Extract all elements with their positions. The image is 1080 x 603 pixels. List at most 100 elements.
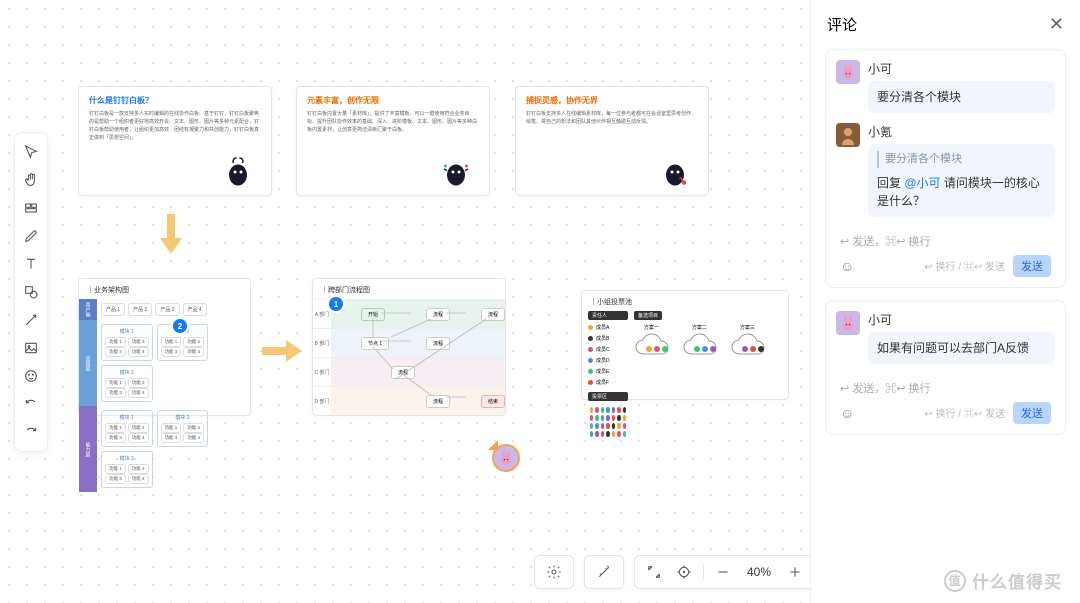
emoji-button[interactable]: ☺ <box>840 405 854 421</box>
biz-arch-card[interactable]: ｜业务架构图 用户端产品 1产品 2产品 3产品 4应用层模块 1功能 1功能 … <box>78 278 251 416</box>
zoom-out-button[interactable] <box>712 561 734 583</box>
module: 模块 3功能 1功能 2功能 3功能 4 <box>101 365 153 402</box>
lane-label: 应用层 <box>79 320 97 406</box>
reply-placeholder[interactable]: ↩ 发送，⌘↩ 换行 <box>836 374 1055 398</box>
legend-item: 成员C <box>582 344 634 355</box>
legend-item: 成员E <box>582 366 634 377</box>
watermark: 值 什么值得买 <box>944 568 1062 593</box>
arrow-right-icon <box>262 340 302 362</box>
biz-lane: 能力层模块 1功能 1功能 2功能 3功能 4模块 2功能 1功能 2功能 3功… <box>79 406 250 492</box>
slide-body: 钉钉白板是一款支持多人实时编辑的在线协作白板。基于钉钉，钉钉白板聚焦的是帮助一个… <box>79 110 271 148</box>
slide-card-3[interactable]: 捕捉灵感，协作无界 钉钉白板支持多人在线编辑素材库，每一位参与者都可在会话室里思… <box>515 86 709 196</box>
avatar <box>836 123 860 147</box>
slide-title: 捕捉灵感，协作无界 <box>516 87 708 110</box>
flow-lane-label: B 部门 <box>313 329 331 357</box>
send-button[interactable]: 发送 <box>1013 255 1051 277</box>
comment: 小氪要分清各个模块回复 @小可 请问模块一的核心是什么？ <box>836 123 1055 217</box>
magic-button[interactable] <box>593 561 615 583</box>
flow-node: 流程 <box>426 337 450 350</box>
zoom-in-button[interactable] <box>784 561 806 583</box>
flow-lane: C 部门流程 <box>313 357 505 386</box>
select-tool[interactable] <box>18 139 44 165</box>
chip: 产品 3 <box>155 303 179 316</box>
mascot-icon <box>441 155 471 189</box>
flow-lane-body: 开始 流程 流程 <box>331 300 505 328</box>
mention[interactable]: @小可 <box>904 176 940 190</box>
comment-thread[interactable]: 小可如果有问题可以去部门A反馈 ↩ 发送，⌘↩ 换行☺↩ 换行 / ⌘↩ 发送发送 <box>825 300 1066 435</box>
comment: 小可要分清各个模块 <box>836 60 1055 113</box>
chip: 产品 4 <box>183 303 207 316</box>
undo-tool[interactable] <box>18 391 44 417</box>
flow-node: 开始 <box>361 308 385 321</box>
biz-lane: 应用层模块 1功能 1功能 2功能 3功能 4模块 2功能 1功能 2功能 3功… <box>79 320 250 406</box>
text-tool[interactable] <box>18 251 44 277</box>
flowchart-card[interactable]: ｜跨部门流程图 A 部门开始流程流程B 部门节点 1流程C 部门流程D 部门流程… <box>312 278 506 416</box>
mascot-icon <box>223 155 253 189</box>
comments-panel: 评论 ✕ 小可要分清各个模块小氪要分清各个模块回复 @小可 请问模块一的核心是什… <box>810 0 1080 603</box>
slide-body: 钉钉白板内置大量「素材库」，提供了丰富模板，可以一键使用符合业务目标、提升团队协… <box>297 110 489 140</box>
flow-node: 流程 <box>426 308 450 321</box>
zoom-value[interactable]: 40% <box>742 565 776 579</box>
avatar <box>836 311 860 335</box>
close-icon[interactable]: ✕ <box>1049 14 1064 35</box>
responsible-label: 责任人 <box>588 311 628 320</box>
collaborator-cursor <box>492 444 520 472</box>
diagram-title: ｜跨部门流程图 <box>313 279 505 299</box>
shape-tool[interactable] <box>18 279 44 305</box>
vote-option: 方案一 <box>634 332 678 364</box>
settings-button[interactable] <box>543 561 565 583</box>
reply-placeholder[interactable]: ↩ 发送，⌘↩ 换行 <box>836 227 1055 251</box>
comment: 小可如果有问题可以去部门A反馈 <box>836 311 1055 364</box>
flow-lane-label: C 部门 <box>313 358 331 386</box>
image-tool[interactable] <box>18 335 44 361</box>
comment-author: 小可 <box>868 60 1055 77</box>
send-button[interactable]: 发送 <box>1013 402 1051 424</box>
emoji-button[interactable]: ☺ <box>840 258 854 274</box>
voting-card[interactable]: ｜小组投票池 责任人 成员A成员B成员C成员D成员E成员F 投票区 备选项目 方… <box>581 290 789 400</box>
flow-node: 流程 <box>481 308 505 321</box>
locate-button[interactable] <box>673 561 695 583</box>
connector-tool[interactable] <box>18 307 44 333</box>
slide-title: 什么是钉钉白板？ <box>79 87 271 110</box>
left-toolbar <box>14 132 48 452</box>
comment-text: 要分清各个模块 <box>868 81 1055 113</box>
comment-text: 如果有问题可以去部门A反馈 <box>868 332 1055 364</box>
legend-item: 成员F <box>582 377 634 388</box>
options-label: 备选项目 <box>634 311 662 320</box>
diagram-title: ｜业务架构图 <box>79 279 250 299</box>
redo-tool[interactable] <box>18 419 44 445</box>
flow-lane: D 部门流程结束 <box>313 386 505 415</box>
divider <box>703 563 704 581</box>
comment-badge-2[interactable]: 2 <box>173 319 187 333</box>
mascot-icon <box>660 155 690 189</box>
rabbit-avatar-icon <box>498 450 514 466</box>
ballot-label: 投票区 <box>588 392 628 401</box>
frame-tool[interactable] <box>18 195 44 221</box>
bottom-toolbar: 40% <box>534 555 815 589</box>
legend-item: 成员A <box>582 322 634 333</box>
slide-body: 钉钉白板支持多人在线编辑素材库，每一位参与者都可在会话室里思考创作、绘笔、将自己… <box>516 110 708 132</box>
slide-card-2[interactable]: 元素丰富，创作无限 钉钉白板内置大量「素材库」，提供了丰富模板，可以一键使用符合… <box>296 86 490 196</box>
comment-author: 小氪 <box>868 123 1055 140</box>
vote-option: 方案二 <box>682 332 726 364</box>
lane-body: 模块 1功能 1功能 2功能 3功能 4模块 2功能 1功能 2功能 3功能 4… <box>97 406 250 492</box>
slide-title: 元素丰富，创作无限 <box>297 87 489 110</box>
chip: 产品 1 <box>101 303 125 316</box>
fit-button[interactable] <box>643 561 665 583</box>
hand-tool[interactable] <box>18 167 44 193</box>
module: 模块 1功能 1功能 2功能 3功能 4 <box>101 324 153 361</box>
flow-lane-body: 节点 1 流程 <box>331 329 505 357</box>
flow-node: 节点 1 <box>361 337 389 350</box>
panel-title: 评论 <box>827 14 857 35</box>
legend-item: 成员D <box>582 355 634 366</box>
comment-thread[interactable]: 小可要分清各个模块小氪要分清各个模块回复 @小可 请问模块一的核心是什么？ ↩ 发… <box>825 49 1066 288</box>
lane-label: 能力层 <box>79 406 97 492</box>
reply-input-row: ☺↩ 换行 / ⌘↩ 发送发送 <box>836 398 1055 424</box>
comment-text: 要分清各个模块回复 @小可 请问模块一的核心是什么？ <box>868 144 1055 217</box>
pen-tool[interactable] <box>18 223 44 249</box>
diagram-title: ｜小组投票池 <box>582 291 788 311</box>
emoji-tool[interactable] <box>18 363 44 389</box>
comment-badge-1[interactable]: 1 <box>329 297 343 311</box>
slide-card-1[interactable]: 什么是钉钉白板？ 钉钉白板是一款支持多人实时编辑的在线协作白板。基于钉钉，钉钉白… <box>78 86 272 196</box>
watermark-icon: 值 <box>944 570 966 592</box>
